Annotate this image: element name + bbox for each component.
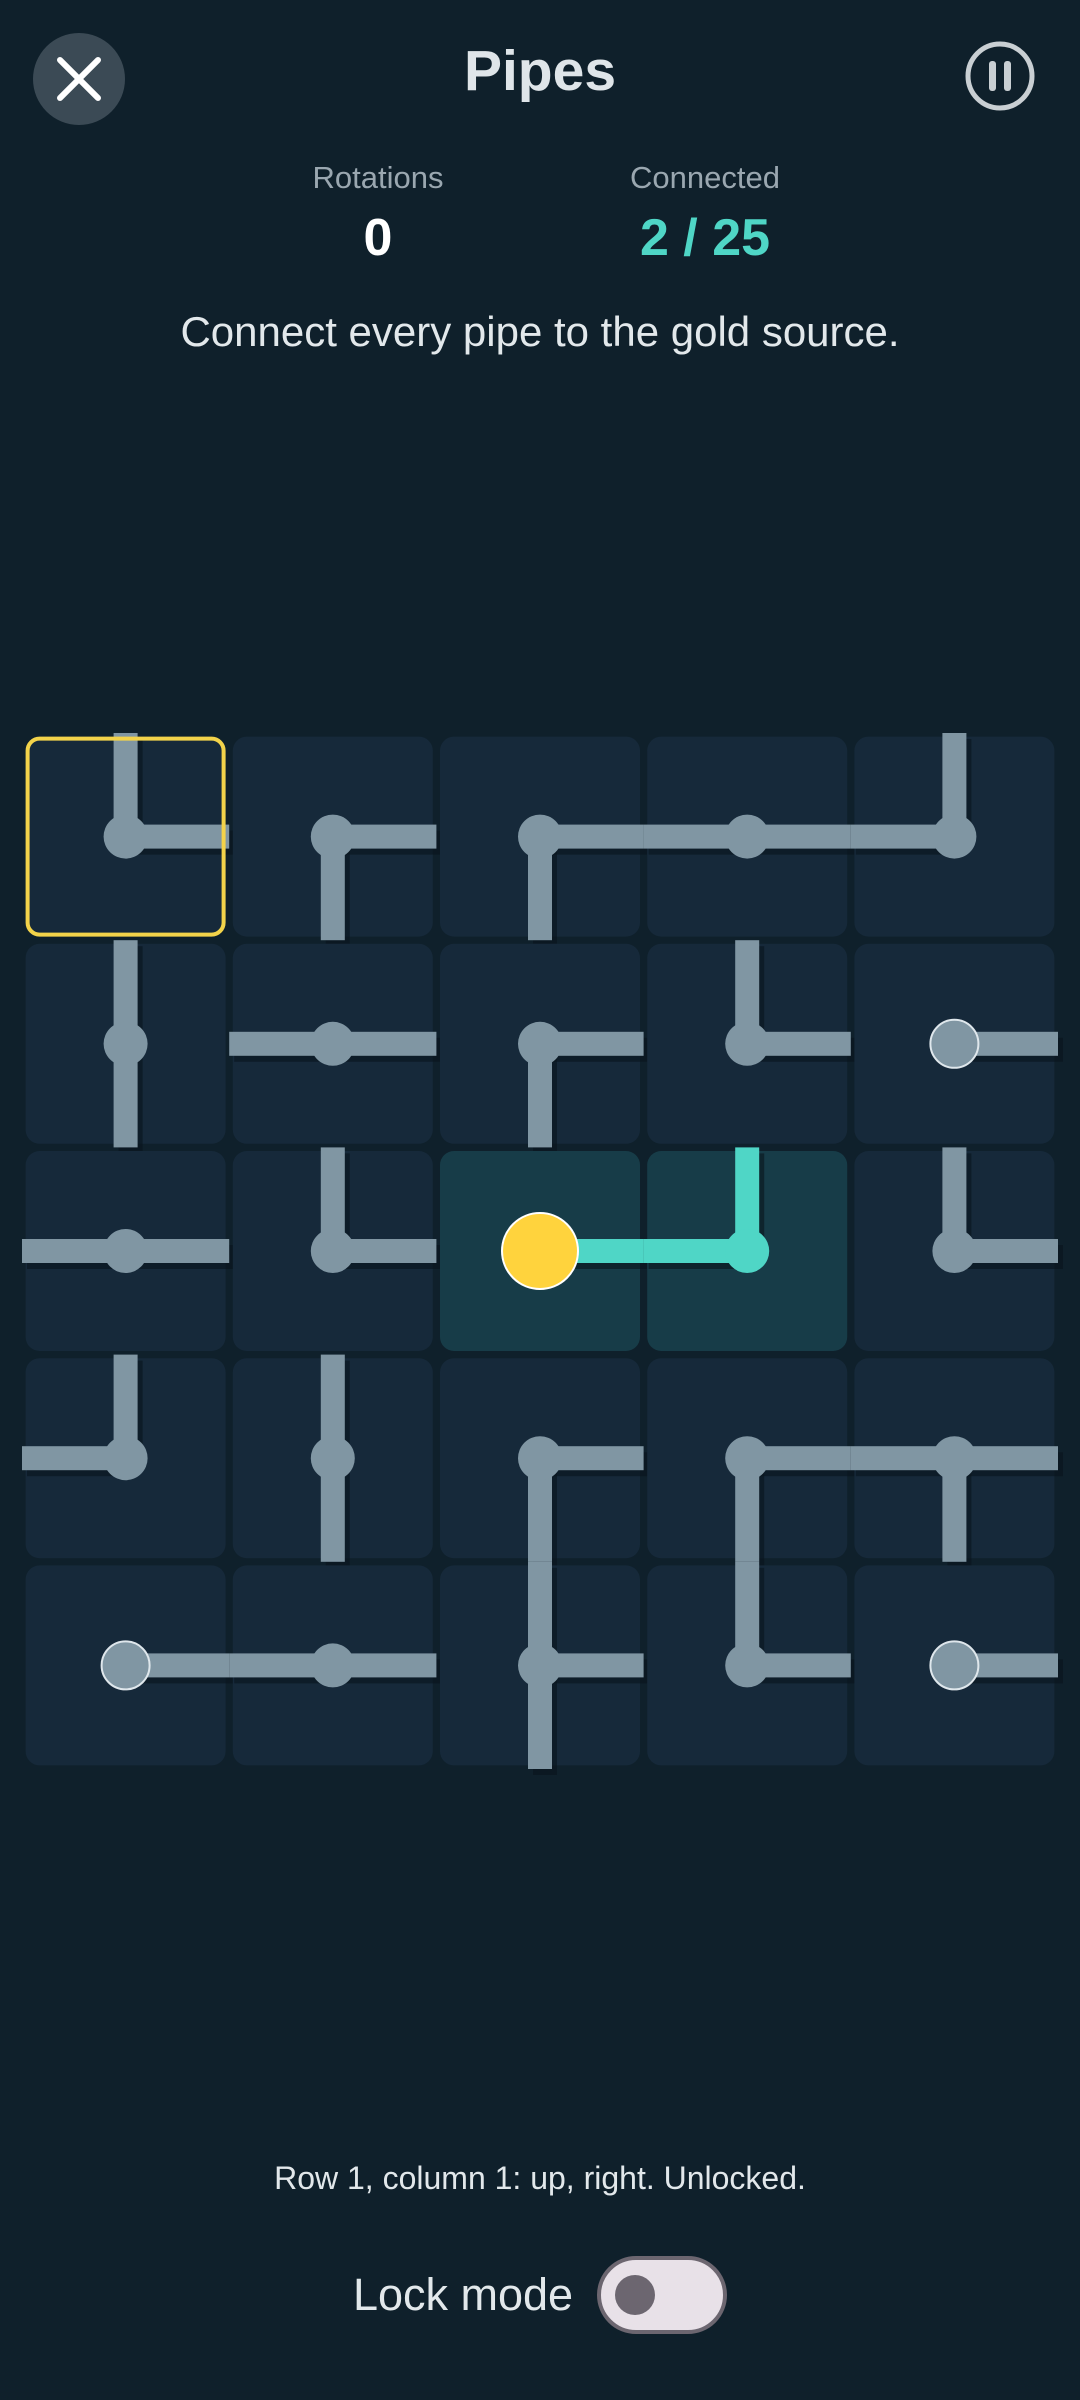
pipe-tile-r1-c1[interactable]: [25, 733, 235, 937]
rotations-stat: Rotations 0: [248, 160, 508, 268]
lock-mode-row: Lock mode: [0, 2250, 1080, 2340]
lock-mode-toggle[interactable]: [597, 2256, 728, 2334]
pipe-board-svg: [22, 733, 1063, 1775]
cell-status-text: Row 1, column 1: up, right. Unlocked.: [274, 2160, 806, 2196]
pipe-tile-r4-c4[interactable]: [647, 1358, 856, 1568]
pipe-joint: [310, 1436, 355, 1481]
pipe-tile-r2-c4[interactable]: [647, 940, 856, 1144]
pipe-endpoint: [100, 1640, 151, 1691]
pipe-joint: [932, 1436, 977, 1481]
pipe-joint: [103, 1229, 148, 1273]
gold-source: [501, 1212, 579, 1290]
toggle-knob: [615, 2275, 656, 2315]
pipe-joint: [518, 1021, 562, 1066]
pipe-tile-r3-c4[interactable]: [643, 1147, 848, 1351]
pipe-joint: [725, 1229, 770, 1273]
pipe-joint: [725, 1643, 770, 1688]
connected-value: 2 / 25: [639, 209, 771, 267]
pipe-tile-r4-c5[interactable]: [850, 1358, 1063, 1568]
connected-label: Connected: [630, 160, 780, 195]
pipe-tile-r5-c5[interactable]: [854, 1565, 1063, 1766]
pipe-tile-r3-c5[interactable]: [854, 1147, 1063, 1351]
pipe-joint: [932, 814, 977, 859]
pipe-tile-r5-c4[interactable]: [647, 1561, 856, 1766]
pipe-joint: [725, 1021, 770, 1066]
pipe-joint: [725, 814, 770, 859]
pipe-tile-r1-c2[interactable]: [232, 736, 442, 947]
pause-button[interactable]: [964, 40, 1036, 112]
rotations-value: 0: [363, 209, 393, 267]
pipe-joint: [310, 814, 355, 859]
rotations-label: Rotations: [312, 160, 444, 195]
pipe-tile-r4-c1[interactable]: [22, 1354, 226, 1559]
pipe-tile-r5-c3[interactable]: [440, 1561, 649, 1775]
pipe-endpoint: [929, 1640, 980, 1691]
pipe-tile-r3-c2[interactable]: [232, 1147, 442, 1351]
pipe-tile-r1-c5[interactable]: [850, 733, 1055, 937]
pipe-joint: [103, 1436, 148, 1481]
pipe-tile-r3-c1[interactable]: [22, 1151, 235, 1351]
pipe-tile-r2-c2[interactable]: [229, 943, 442, 1144]
pipe-tile-r4-c2[interactable]: [232, 1354, 433, 1568]
pipe-tile-r3-c3[interactable]: [440, 1151, 649, 1351]
pipe-tile-r2-c5[interactable]: [854, 943, 1063, 1144]
pipe-joint: [932, 1229, 977, 1273]
pause-icon: [965, 41, 1035, 111]
pipe-joint: [518, 814, 562, 859]
pipe-joint: [518, 1643, 562, 1688]
pipe-tile-r4-c3[interactable]: [440, 1358, 649, 1568]
pipe-joint: [725, 1436, 770, 1481]
pipe-joint: [310, 1643, 355, 1688]
pipe-tile-r1-c4[interactable]: [643, 736, 856, 937]
connected-stat: Connected 2 / 25: [575, 160, 835, 268]
pipe-joint: [103, 814, 148, 859]
pipe-joint: [310, 1229, 355, 1273]
pipe-tile-r5-c2[interactable]: [229, 1565, 442, 1766]
pipe-tile-r2-c1[interactable]: [25, 940, 226, 1154]
page-title: Pipes: [463, 39, 617, 103]
pipe-tile-r1-c3[interactable]: [440, 736, 649, 947]
pipe-tile-r2-c3[interactable]: [440, 943, 649, 1154]
pipe-tile-r5-c1[interactable]: [25, 1565, 235, 1766]
pipe-joint: [103, 1021, 148, 1066]
pipe-joint: [310, 1021, 355, 1066]
instruction-text: Connect every pipe to the gold source.: [180, 308, 900, 355]
lock-mode-label: Lock mode: [352, 2269, 574, 2320]
pipe-board: [22, 733, 1063, 1775]
pipe-joint: [518, 1436, 562, 1481]
pipe-endpoint: [929, 1018, 980, 1069]
